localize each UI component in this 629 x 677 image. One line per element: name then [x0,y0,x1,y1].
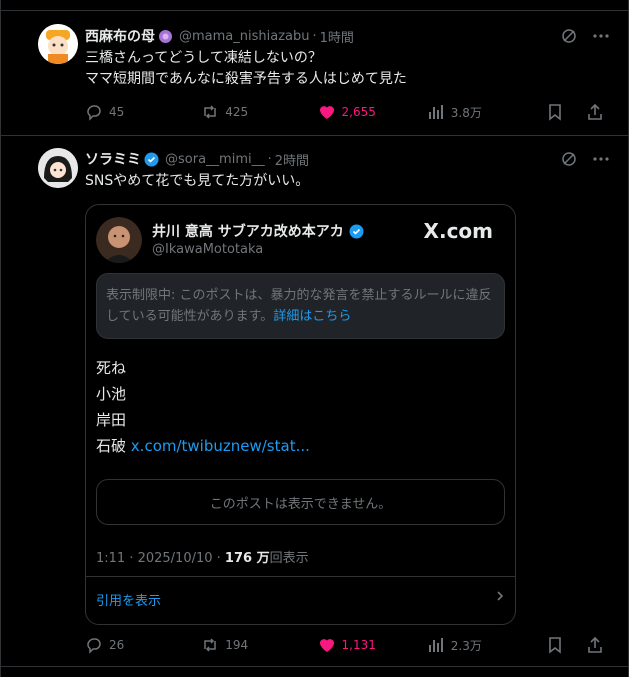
quote-handle[interactable]: @IkawaMototaka [152,242,263,257]
views-button[interactable]: 2.3万 [427,636,546,654]
quote-meta-time[interactable]: 1:11 · 2025/10/10 · [96,551,225,566]
view-quotes-label: 引用を表示 [96,594,162,609]
emoji-badge-icon [158,29,173,44]
quote-avatar-image [96,217,142,263]
reply-icon [87,638,101,654]
views-count: 2.3万 [450,638,482,653]
retweet-button[interactable]: 194 [201,636,317,654]
chevron-right-icon [495,590,505,609]
quote-card[interactable]: 井川 意高 サブアカ改め本アカ @IkawaMototaka X.com 表示制… [85,204,516,625]
divider [1,666,628,667]
separator-dot: · [267,151,272,167]
tweet-header: ソラミミ @sora__mimi__ · 2時間 [85,149,309,169]
heart-icon [319,106,334,119]
timestamp[interactable]: 1時間 [320,27,354,46]
like-count: 2,655 [341,105,376,119]
retweet-count: 425 [225,105,249,119]
tweet-text-line: ママ短期間であんなに殺害予告する人はじめて見た [85,71,407,87]
quote-display-name[interactable]: 井川 意高 サブアカ改め本アカ [152,221,364,241]
reply-count: 26 [109,638,125,652]
like-button[interactable]: 1,131 [318,636,427,654]
action-bar: 45 425 2,655 3.8万 [85,103,604,121]
quote-text: 死ね 小池 岸田 石破 x.com/twibuznew/stat... [96,355,310,459]
retweet-icon [204,638,216,652]
like-button[interactable]: 2,655 [318,103,427,121]
views-button[interactable]: 3.8万 [427,103,546,121]
avatar[interactable] [38,148,78,188]
avatar[interactable] [38,24,78,64]
separator-dot: · [312,28,317,44]
quote-meta-views: 176 万 [224,551,270,566]
tweet-text-line: 三橋さんってどうして凍結しないの？ [85,50,322,66]
views-count: 3.8万 [450,105,482,120]
action-bar: 26 194 1,131 2.3万 [85,636,604,654]
reply-icon [87,105,101,121]
quote-text-prefix: 石破 [96,437,127,455]
verified-icon [349,224,364,239]
retweet-icon [204,105,216,119]
divider [1,10,628,11]
quote-text-line: 死ね [96,359,127,377]
share-icon[interactable] [586,636,604,654]
handle[interactable]: @sora__mimi__ [165,152,265,167]
quote-text-line: 石破 x.com/twibuznew/stat... [96,433,310,459]
quote-meta-suffix: 回表示 [269,551,309,566]
display-name[interactable]: ソラミミ [85,149,141,169]
views-icon [428,638,443,652]
more-icon[interactable] [592,150,610,168]
divider [86,576,515,577]
action-bar-right [546,636,604,654]
reply-button[interactable]: 26 [85,636,201,654]
quote-text-line: 小池 [96,385,127,403]
restriction-notice: 表示制限中: このポストは、暴力的な発言を禁止するルールに違反している可能性があ… [96,273,505,339]
avatar-image [38,24,78,64]
heart-icon [319,639,334,652]
unavailable-post: このポストは表示できません。 [96,479,505,525]
grok-icon[interactable] [560,27,578,45]
share-icon[interactable] [586,103,604,121]
quote-name-text: 井川 意高 サブアカ改め本アカ [152,224,344,240]
quote-avatar[interactable] [96,217,142,263]
notice-details-link[interactable]: 詳細はこちら [273,309,351,324]
bookmark-icon[interactable] [546,636,564,654]
view-quotes-link[interactable]: 引用を表示 [96,590,505,609]
quote-text-line: 岸田 [96,411,127,429]
retweet-button[interactable]: 425 [201,103,317,121]
avatar-image [38,148,78,188]
like-count: 1,131 [341,638,376,652]
more-icon[interactable] [592,27,610,45]
tweet-text-line: SNSやめて花でも見てた方がいい。 [85,173,310,189]
handle[interactable]: @mama_nishiazabu [179,29,309,44]
retweet-count: 194 [225,638,249,652]
tweet-text: SNSやめて花でも見てた方がいい。 [85,171,309,192]
site-label: X.com [423,219,493,243]
tweet-text: 三橋さんってどうして凍結しないの？ ママ短期間であんなに殺害予告する人はじめて見… [85,48,407,90]
views-icon [428,105,443,119]
reply-button[interactable]: 45 [85,103,201,121]
divider [1,135,628,136]
tweet-top-icons [560,150,610,168]
grok-icon[interactable] [560,150,578,168]
timeline: 西麻布の母 @mama_nishiazabu · 1時間 三橋さんってどうして凍… [0,0,629,677]
quote-meta: 1:11 · 2025/10/10 · 176 万回表示 [96,547,309,566]
action-bar-right [546,103,604,121]
timestamp[interactable]: 2時間 [275,150,309,169]
tweet-header: 西麻布の母 @mama_nishiazabu · 1時間 [85,26,354,46]
tweet-top-icons [560,27,610,45]
display-name[interactable]: 西麻布の母 [85,26,155,46]
quote-url-link[interactable]: x.com/twibuznew/stat... [131,437,310,455]
bookmark-icon[interactable] [546,103,564,121]
reply-count: 45 [109,105,125,119]
verified-icon [144,152,159,167]
